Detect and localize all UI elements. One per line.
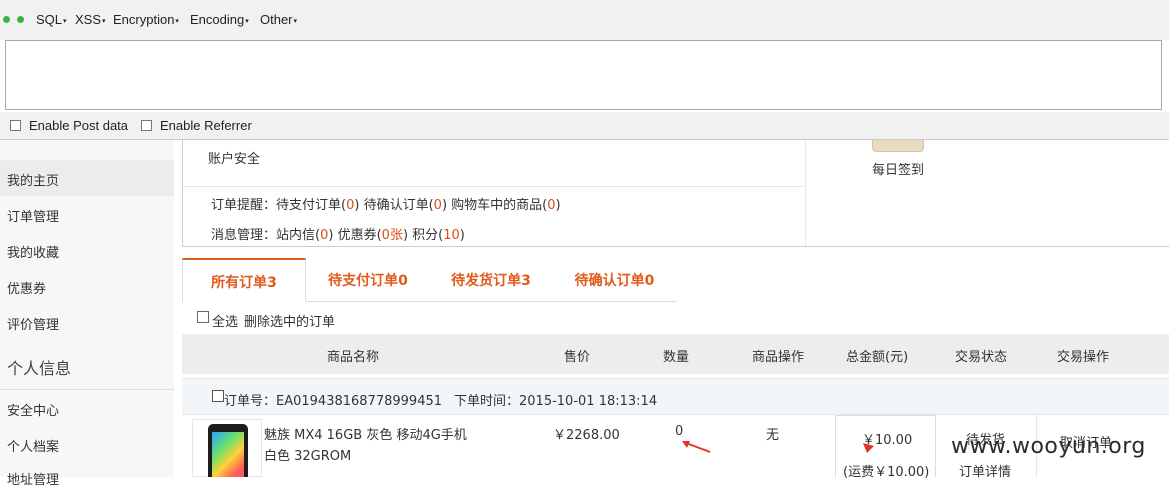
dropdown-caret-icon: ▾	[293, 17, 298, 25]
header-trade-op: 交易操作	[1057, 350, 1110, 365]
inbox-link[interactable]: 站内信(0)	[276, 228, 333, 243]
sidebar-item-address[interactable]: 地址管理	[7, 469, 59, 488]
select-all-checkbox[interactable]	[197, 311, 209, 323]
product-price: ￥2268.00	[553, 428, 620, 443]
order-details-link[interactable]: 订单详情	[959, 461, 1011, 480]
sidebar-item-favorites[interactable]: 我的收藏	[7, 242, 59, 261]
message-mgmt-line: 消息管理：站内信(0) 优惠券(0张) 积分(10)	[211, 224, 465, 243]
sidebar-item-orders[interactable]: 订单管理	[7, 206, 59, 225]
sidebar-item-home[interactable]: 我的主页	[7, 170, 59, 189]
header-quantity: 数量	[663, 350, 690, 365]
points-link[interactable]: 积分(10)	[412, 228, 465, 243]
header-total: 总金额(元)	[846, 350, 909, 365]
sidebar-item-coupons[interactable]: 优惠券	[7, 278, 46, 297]
tab-pending-shipment[interactable]: 待发货订单3	[430, 258, 552, 302]
product-quantity: 0	[675, 424, 684, 439]
select-all-label[interactable]: 全选	[212, 311, 238, 330]
pending-payment-link[interactable]: 待支付订单(0)	[276, 198, 359, 213]
pending-confirm-link[interactable]: 待确认订单(0)	[364, 198, 447, 213]
sidebar-divider	[0, 389, 174, 390]
order-reminder-line: 订单提醒：待支付订单(0) 待确认订单(0) 购物车中的商品(0)	[211, 194, 561, 213]
annotation-arrow-small-icon	[863, 443, 874, 453]
tab-all-orders[interactable]: 所有订单3	[182, 258, 306, 302]
shipping-fee: (运费￥10.00)	[843, 465, 930, 480]
watermark-text: www.wooyun.org	[951, 434, 1146, 459]
header-product-op: 商品操作	[752, 350, 805, 365]
annotation-arrow-icon	[682, 441, 711, 453]
enable-post-label: Enable Post data	[29, 118, 129, 133]
order-number: 订单号：EA019438168778999451	[224, 394, 443, 409]
load-url-icon[interactable]	[3, 16, 10, 23]
menu-encoding[interactable]: Encoding▾	[190, 12, 249, 27]
sidebar-item-profile[interactable]: 个人档案	[7, 436, 59, 455]
product-op-none: 无	[766, 428, 780, 443]
dropdown-caret-icon: ▾	[63, 17, 67, 25]
cart-link[interactable]: 购物车中的商品(0)	[451, 198, 560, 213]
enable-referrer-label: Enable Referrer	[160, 118, 252, 133]
order-select-checkbox[interactable]	[212, 390, 224, 402]
menu-other[interactable]: Other▾	[260, 12, 297, 27]
message-mgmt-label: 消息管理：	[211, 228, 277, 243]
product-variant: 白色 32GROM	[264, 449, 352, 464]
header-price: 售价	[564, 350, 591, 365]
menu-sql[interactable]: SQL▾	[36, 12, 67, 27]
header-product-name: 商品名称	[327, 350, 380, 365]
account-security-text[interactable]: 账户安全	[208, 148, 260, 167]
dropdown-caret-icon: ▾	[175, 17, 179, 25]
sidebar-item-security[interactable]: 安全中心	[7, 400, 59, 419]
order-time: 下单时间：2015-10-01 18:13:14	[454, 394, 658, 409]
dropdown-caret-icon: ▾	[102, 17, 106, 25]
enable-post-checkbox[interactable]	[10, 120, 21, 131]
phone-screen	[212, 432, 244, 477]
daily-checkin-label[interactable]: 每日签到	[872, 159, 924, 178]
delete-selected-link[interactable]: 删除选中的订单	[244, 311, 335, 330]
info-column-divider	[805, 140, 806, 246]
product-name-link[interactable]: 魅族 MX4 16GB 灰色 移动4G手机	[264, 424, 467, 443]
sidebar-section-title: 个人信息	[7, 359, 72, 378]
info-divider	[183, 186, 805, 187]
menu-encryption[interactable]: Encryption▾	[113, 12, 179, 27]
url-textarea[interactable]	[5, 40, 1162, 110]
dropdown-caret-icon: ▾	[245, 17, 249, 25]
coupon-link[interactable]: 优惠券(0张)	[338, 228, 408, 243]
sidebar-item-reviews[interactable]: 评价管理	[7, 314, 59, 333]
menu-xss[interactable]: XSS▾	[75, 12, 106, 27]
header-status: 交易状态	[955, 350, 1008, 365]
split-url-icon[interactable]	[17, 16, 24, 23]
order-reminder-label: 订单提醒：	[211, 198, 277, 213]
enable-referrer-checkbox[interactable]	[141, 120, 152, 131]
checkin-icon[interactable]	[872, 140, 924, 152]
tab-pending-payment[interactable]: 待支付订单0	[306, 258, 430, 302]
tab-pending-confirm[interactable]: 待确认订单0	[552, 258, 677, 302]
